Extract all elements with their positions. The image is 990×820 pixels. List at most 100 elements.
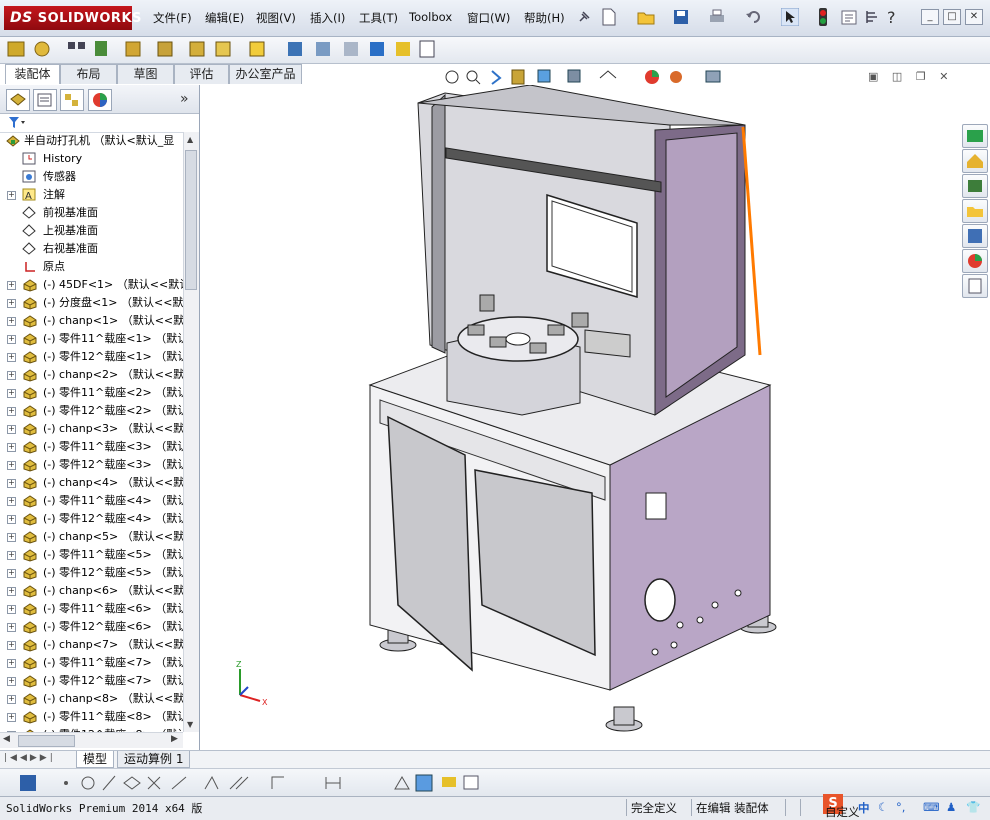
tree-item-component[interactable]: + (-) 零件11^载座<7> （默认 [0,654,183,672]
tab-nav-arrows-icon[interactable]: |◀◀▶▶| [4,753,56,763]
expand-toggle-icon[interactable]: + [7,389,16,398]
tree-item-component[interactable]: + (-) 分度盘<1> （默认<<默 [0,294,183,312]
scrollbar-thumb[interactable] [185,150,197,290]
tree-item-sensor[interactable]: 传感器 [0,168,183,186]
help-icon[interactable]: ? [884,8,900,26]
tree-item-plane[interactable]: 前视基准面 [0,204,183,222]
tree-item-component[interactable]: + (-) 零件11^载座<8> （默认 [0,708,183,726]
print-icon[interactable] [708,9,726,25]
scroll-up-icon[interactable]: ▲ [187,135,193,144]
tab-motion-study-1[interactable]: 运动算例 1 [117,751,191,768]
tree-item-history[interactable]: History [0,150,183,168]
expand-toggle-icon[interactable]: + [7,371,16,380]
tab-sketch[interactable]: 草图 [117,64,174,84]
h-scrollbar-thumb[interactable] [18,735,75,747]
tree-item-plane[interactable]: 上视基准面 [0,222,183,240]
menu-edit[interactable]: 编辑(E) [205,10,244,26]
tree-horizontal-scrollbar[interactable]: ◀ ▶ [0,732,183,748]
scroll-left-icon[interactable]: ◀ [3,734,10,744]
expand-toggle-icon[interactable]: + [7,587,16,596]
tab-office-products[interactable]: 办公室产品 [229,64,302,84]
custom-properties-icon[interactable] [962,274,988,298]
menu-insert[interactable]: 插入(I) [310,10,345,26]
tree-item-origin[interactable]: 原点 [0,258,183,276]
tab-layout[interactable]: 布局 [60,64,117,84]
menu-window[interactable]: 窗口(W) [467,10,510,26]
menu-tools[interactable]: 工具(T) [359,10,398,26]
scroll-down-icon[interactable]: ▼ [187,720,193,729]
tab-model[interactable]: 模型 [76,751,115,768]
configuration-manager-tab[interactable] [60,89,84,111]
tree-item-component[interactable]: + (-) 零件11^载座<4> （默认 [0,492,183,510]
ime-punctuation-icon[interactable]: °, [896,800,905,814]
scroll-right-icon[interactable]: ▶ [171,734,178,744]
viewport-close-icon[interactable]: ✕ [939,70,948,83]
ime-moon-icon[interactable]: ☾ [878,800,888,814]
tree-item-component[interactable]: + (-) chanp<3> （默认<<默认 [0,420,183,438]
ime-skin-icon[interactable]: 👕 [966,800,980,814]
tree-item-component[interactable]: + (-) 零件12^载座<4> （默认 [0,510,183,528]
tab-assembly[interactable]: 装配体 [5,64,60,84]
ime-user-icon[interactable]: ♟ [946,800,956,814]
expand-toggle-icon[interactable]: + [7,695,16,704]
viewport-restore-icon[interactable]: ❐ [916,70,926,83]
tree-item-component[interactable]: + (-) chanp<6> （默认<<默认 [0,582,183,600]
undo-icon[interactable] [745,9,763,25]
tree-item-component[interactable]: + (-) chanp<5> （默认<<默认 [0,528,183,546]
expand-toggle-icon[interactable]: + [7,443,16,452]
tree-item-component[interactable]: + (-) 零件11^载座<1> （默认 [0,330,183,348]
pin-icon[interactable] [576,9,592,25]
appearances-scenes-icon[interactable] [962,249,988,273]
save-icon[interactable] [673,9,689,25]
tree-item-component[interactable]: + (-) 零件12^载座<5> （默认 [0,564,183,582]
expand-toggle-icon[interactable]: + [7,281,16,290]
tree-item-component[interactable]: + (-) 零件12^载座<3> （默认 [0,456,183,474]
expand-toggle-icon[interactable]: + [7,623,16,632]
viewport-split-icon[interactable]: ◫ [892,70,902,83]
expand-toggle-icon[interactable]: + [7,605,16,614]
tree-item-component[interactable]: + (-) chanp<8> （默认<<默认 [0,690,183,708]
tree-item-component[interactable]: + (-) chanp<7> （默认<<默认 [0,636,183,654]
new-document-icon[interactable] [601,8,617,26]
tree-vertical-scrollbar[interactable]: ▲ ▼ [183,132,199,732]
expand-toggle-icon[interactable]: + [7,569,16,578]
expand-toggle-icon[interactable]: + [7,659,16,668]
tab-evaluate[interactable]: 评估 [174,64,229,84]
expand-toggle-icon[interactable]: + [7,461,16,470]
expand-toggle-icon[interactable]: + [7,515,16,524]
tree-item-component[interactable]: + (-) 零件11^载座<2> （默认 [0,384,183,402]
filter-icon[interactable] [8,116,26,130]
tree-item-annotation[interactable]: + A 注解 [0,186,183,204]
expand-toggle-icon[interactable]: + [7,353,16,362]
tree-item-component[interactable]: + (-) 零件12^载座<1> （默认 [0,348,183,366]
open-folder-icon[interactable] [637,9,655,25]
tree-item-component[interactable]: + (-) 零件12^载座<2> （默认 [0,402,183,420]
minimize-button[interactable]: _ [921,9,939,25]
expand-toggle-icon[interactable]: + [7,407,16,416]
tree-item-component[interactable]: + (-) 零件12^载座<6> （默认 [0,618,183,636]
rebuild-traffic-light-icon[interactable] [818,8,828,26]
expand-toggle-icon[interactable]: + [7,551,16,560]
tree-item-component[interactable]: + (-) 零件11^载座<5> （默认 [0,546,183,564]
tree-item-component[interactable]: + (-) chanp<4> （默认<<默认 [0,474,183,492]
tree-item-component[interactable]: + (-) 零件11^载座<3> （默认 [0,438,183,456]
tree-root-assembly[interactable]: 半自动打孔机 （默认<默认_显 [0,132,183,150]
expand-toggle-icon[interactable]: + [7,713,16,722]
options-icon[interactable] [865,9,879,25]
menu-file[interactable]: 文件(F) [153,10,192,26]
file-explorer-icon[interactable] [962,174,988,198]
expand-toggle-icon[interactable]: + [7,641,16,650]
expand-toggle-icon[interactable]: + [7,497,16,506]
menu-view[interactable]: 视图(V) [256,10,296,26]
expand-toggle-icon[interactable]: + [7,191,16,200]
expand-toggle-icon[interactable]: + [7,425,16,434]
viewport-tile-icon[interactable]: ▣ [868,70,878,83]
tree-item-component[interactable]: + (-) 45DF<1> （默认<<默认 [0,276,183,294]
property-manager-tab[interactable] [33,89,57,111]
expand-toggle-icon[interactable]: + [7,677,16,686]
graphics-viewport[interactable]: Z X [200,84,960,750]
ime-language-label[interactable]: 中 [858,800,870,816]
restore-button[interactable]: □ [943,9,961,25]
expand-toggle-icon[interactable]: + [7,299,16,308]
view-palette-icon[interactable] [962,224,988,248]
